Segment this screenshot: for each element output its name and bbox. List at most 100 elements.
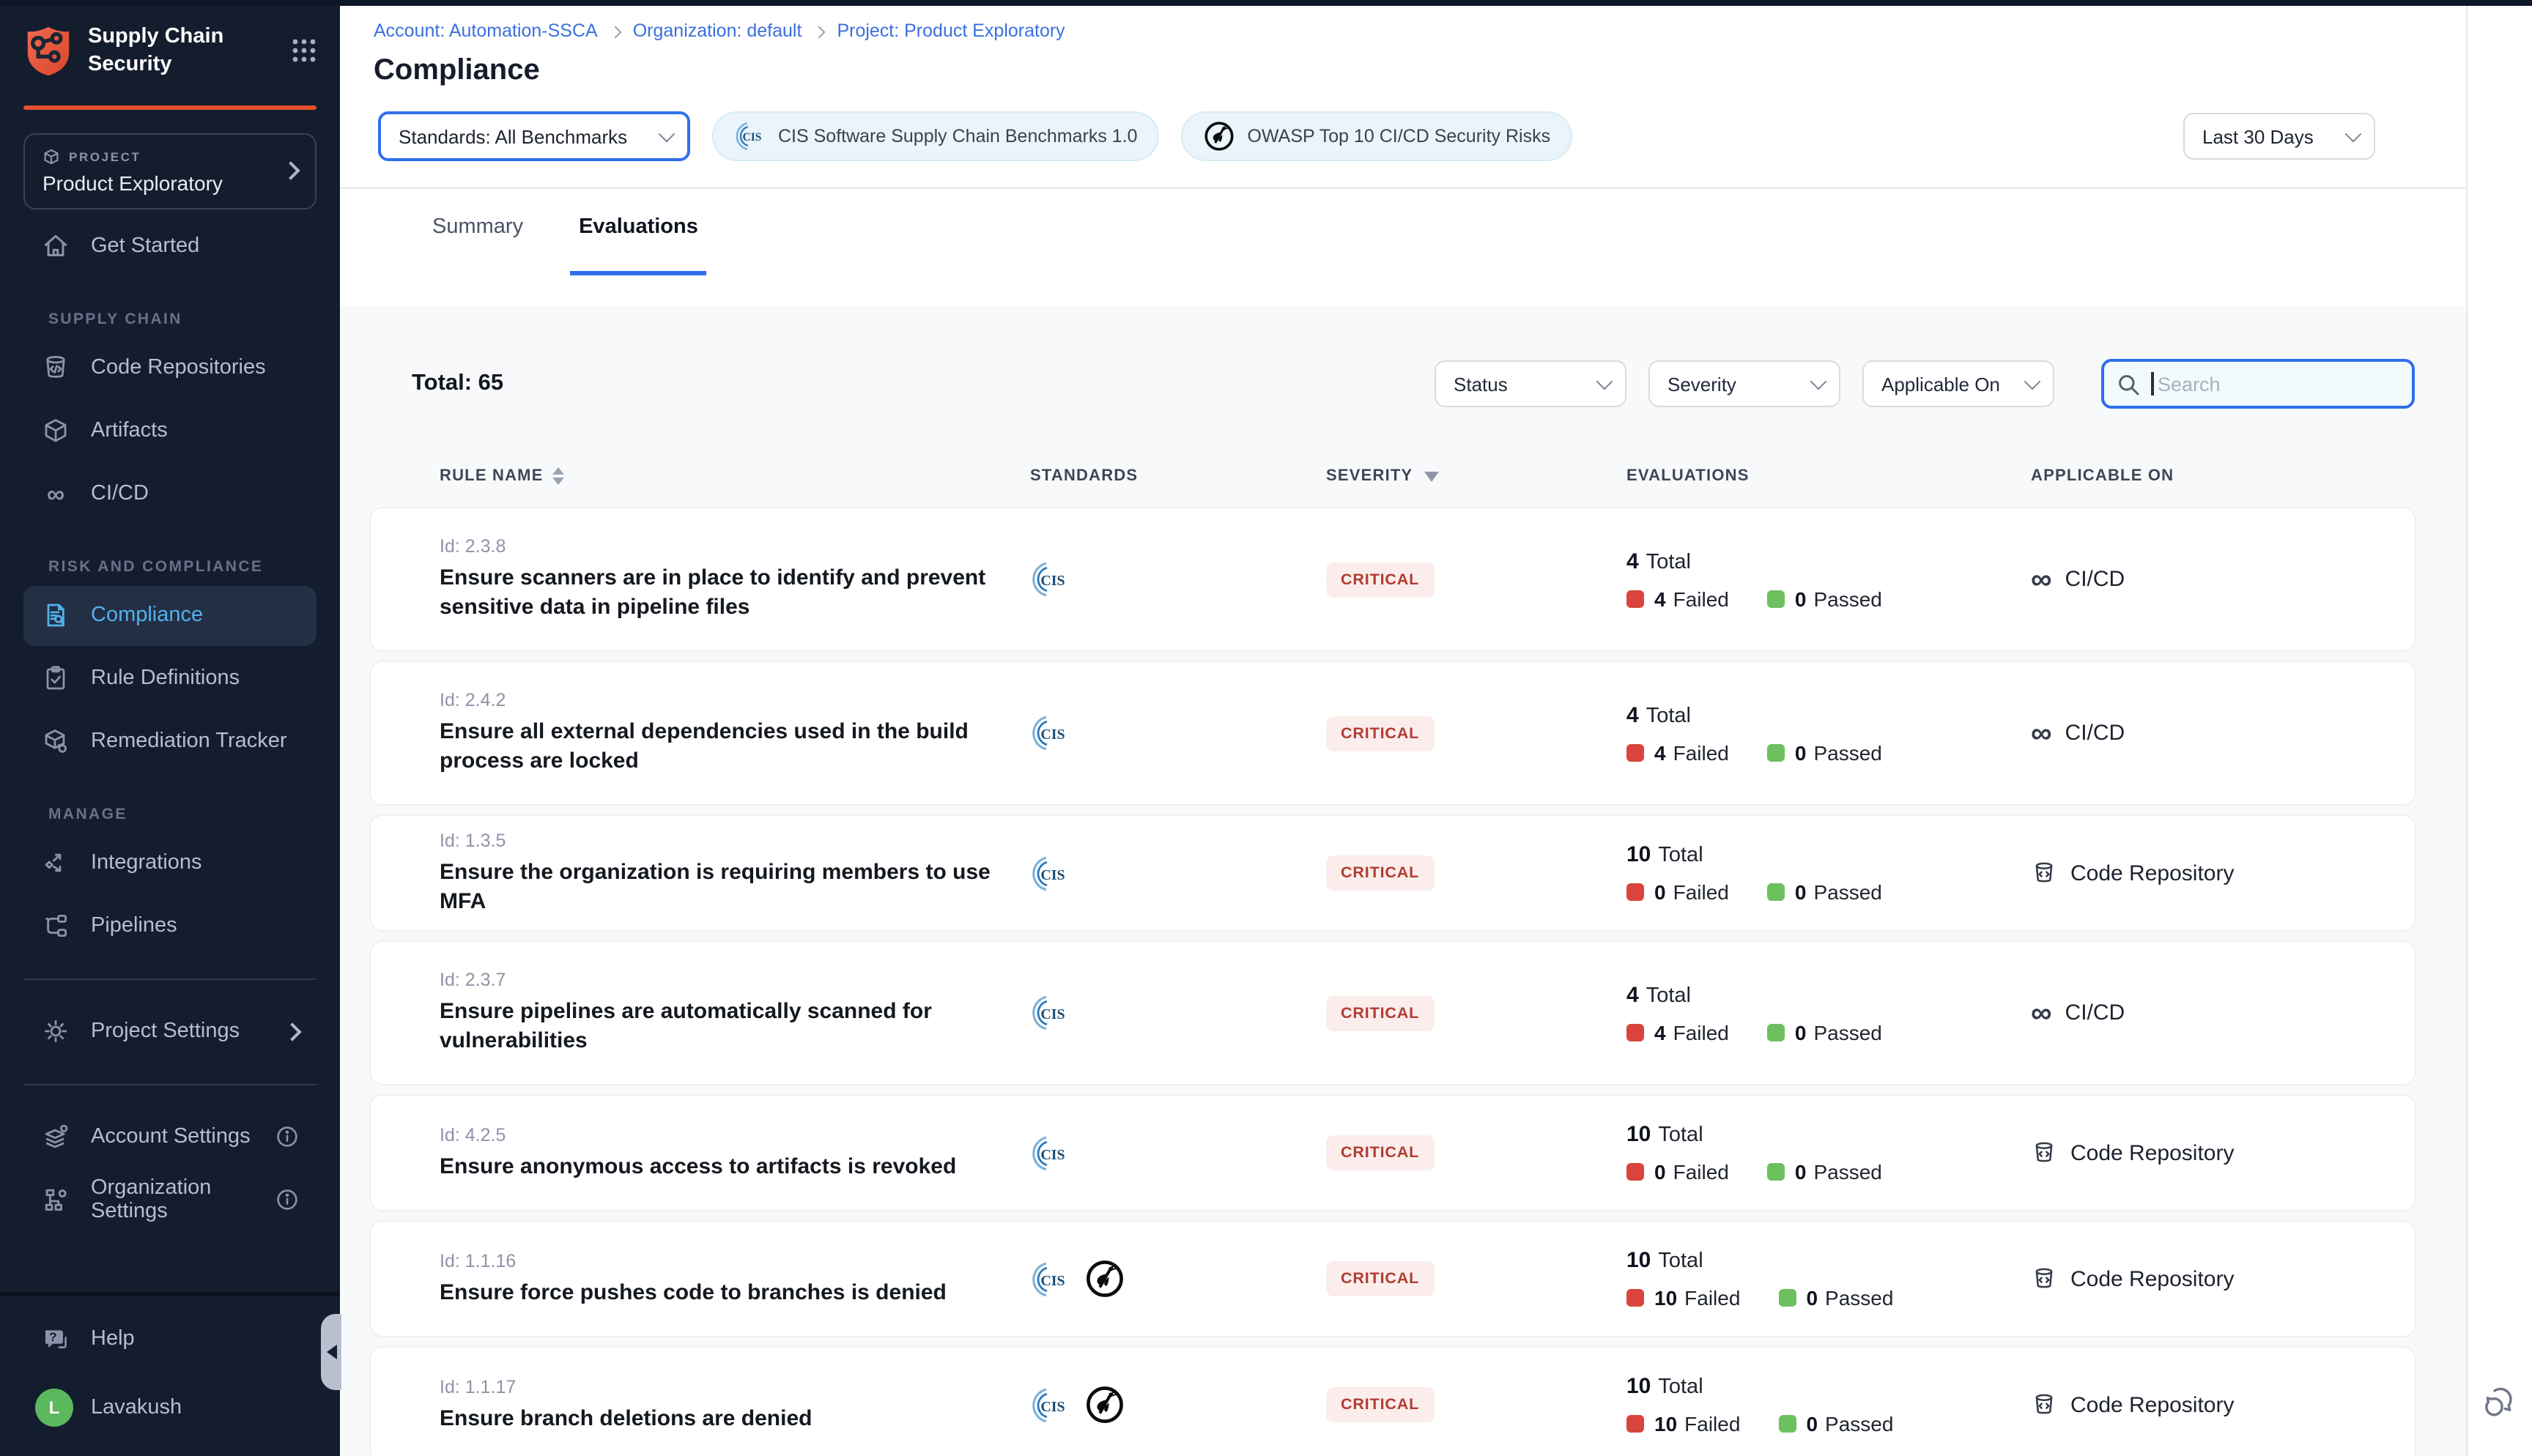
chat-support-icon[interactable] — [2481, 1383, 2519, 1421]
standards-select[interactable]: Standards: All Benchmarks — [378, 111, 690, 161]
rule-name-cell: Id: 1.1.16 Ensure force pushes code to b… — [440, 1250, 1030, 1307]
user-menu[interactable]: L Lavakush — [23, 1374, 316, 1441]
sidebar-nav: Get Started SUPPLY CHAIN Code Repositori… — [0, 215, 340, 1231]
chevron-down-icon — [1596, 374, 1613, 390]
column-header-severity[interactable]: SEVERITY — [1326, 467, 1626, 485]
breadcrumb-organization-link[interactable]: Organization: default — [633, 21, 802, 41]
tab-summary[interactable]: Summary — [423, 212, 532, 275]
table-row[interactable]: Id: 1.3.5 Ensure the organization is req… — [371, 816, 2415, 930]
chevron-down-icon — [2345, 126, 2362, 143]
evaluations-panel: Total: 65 Status Severity Applicable On — [340, 306, 2468, 1456]
rule-id: Id: 2.3.8 — [440, 536, 1030, 557]
project-selector[interactable]: PROJECT Product Exploratory — [23, 133, 316, 209]
table-row[interactable]: Id: 2.4.2 Ensure all external dependenci… — [371, 662, 2415, 804]
account-settings-layers-icon — [41, 1122, 70, 1151]
search-input[interactable] — [2155, 373, 2400, 395]
table-row[interactable]: Id: 1.1.16 Ensure force pushes code to b… — [371, 1222, 2415, 1336]
cis-logo-icon: CIS — [1030, 993, 1070, 1033]
severity-filter-select[interactable]: Severity — [1648, 360, 1840, 407]
chevron-down-icon — [2024, 374, 2041, 390]
table-row[interactable]: Id: 2.3.8 Ensure scanners are in place t… — [371, 508, 2415, 650]
applicable-on-value: CI/CD — [2065, 721, 2125, 746]
rule-name: Ensure scanners are in place to identify… — [440, 564, 1004, 623]
evaluations-cell: 4Total 4Failed 0Passed — [1626, 982, 2031, 1044]
status-filter-select[interactable]: Status — [1435, 360, 1626, 407]
applicable-on-cell: ∞ CI/CD — [2031, 998, 2415, 1028]
info-icon[interactable] — [275, 1125, 299, 1148]
info-icon[interactable] — [275, 1188, 299, 1211]
failed-indicator — [1626, 1415, 1644, 1433]
table-row[interactable]: Id: 4.2.5 Ensure anonymous access to art… — [371, 1096, 2415, 1210]
rule-id: Id: 2.4.2 — [440, 690, 1030, 710]
standards-cell: CIS — [1030, 1258, 1326, 1299]
sidebar-item-cicd[interactable]: ∞ CI/CD — [23, 464, 316, 524]
applicable-on-filter-label: Applicable On — [1881, 373, 2000, 395]
home-icon — [41, 231, 70, 261]
applicable-on-cell: Code Repository — [2031, 860, 2415, 886]
rule-name-cell: Id: 2.3.7 Ensure pipelines are automatic… — [440, 970, 1030, 1056]
rule-name: Ensure pipelines are automatically scann… — [440, 998, 1004, 1056]
chevron-down-icon — [659, 126, 675, 143]
severity-badge: CRITICAL — [1326, 995, 1434, 1030]
compliance-doc-search-icon — [41, 601, 70, 630]
breadcrumb-account-link[interactable]: Account: Automation-SSCA — [374, 21, 598, 41]
project-box-icon — [42, 147, 60, 165]
chevron-down-icon — [1810, 374, 1827, 390]
applicable-on-filter-select[interactable]: Applicable On — [1862, 360, 2054, 407]
column-header-rule-name[interactable]: RULE NAME — [440, 467, 1030, 485]
severity-badge: CRITICAL — [1326, 1261, 1434, 1296]
breadcrumb-project-link[interactable]: Project: Product Exploratory — [837, 21, 1065, 41]
date-range-select[interactable]: Last 30 Days — [2183, 113, 2375, 160]
sidebar-item-code-repositories[interactable]: Code Repositories — [23, 338, 316, 398]
rule-name-cell: Id: 4.2.5 Ensure anonymous access to art… — [440, 1124, 1030, 1181]
app-switcher-grid-icon[interactable] — [292, 39, 316, 64]
column-header-applicable-on: APPLICABLE ON — [2031, 467, 2415, 485]
divider — [23, 978, 316, 979]
project-name: Product Exploratory — [42, 171, 284, 194]
applicable-on-cell: Code Repository — [2031, 1140, 2415, 1166]
cis-logo-icon: CIS — [1030, 1385, 1070, 1425]
svg-text:CIS: CIS — [1040, 1272, 1065, 1288]
sidebar-item-label: Remediation Tracker — [91, 729, 287, 753]
sidebar-item-remediation-tracker[interactable]: Remediation Tracker — [23, 711, 316, 771]
applicable-on-value: Code Repository — [2070, 861, 2234, 885]
sidebar-item-get-started[interactable]: Get Started — [23, 216, 316, 276]
divider — [0, 1292, 340, 1296]
sort-descending-icon[interactable] — [1424, 471, 1439, 481]
cis-benchmark-chip[interactable]: CIS CIS Software Supply Chain Benchmarks… — [712, 111, 1160, 161]
table-row[interactable]: Id: 2.3.7 Ensure pipelines are automatic… — [371, 942, 2415, 1084]
owasp-chip[interactable]: OWASP Top 10 CI/CD Security Risks — [1182, 111, 1573, 161]
evaluations-cell: 10Total 10Failed 0Passed — [1626, 1248, 2031, 1310]
sort-icon[interactable] — [552, 467, 564, 485]
severity-badge: CRITICAL — [1326, 1387, 1434, 1422]
failed-indicator — [1626, 1163, 1644, 1181]
cis-logo-icon: CIS — [1030, 560, 1070, 599]
rule-id: Id: 1.1.17 — [440, 1376, 1030, 1397]
sidebar-item-integrations[interactable]: Integrations — [23, 833, 316, 893]
sidebar-item-rule-definitions[interactable]: Rule Definitions — [23, 648, 316, 708]
infinity-icon: ∞ — [41, 479, 70, 508]
sidebar-item-account-settings[interactable]: Account Settings — [23, 1107, 316, 1167]
sidebar-collapse-handle[interactable] — [321, 1314, 341, 1390]
table-row[interactable]: Id: 1.1.17 Ensure branch deletions are d… — [371, 1348, 2415, 1456]
clipboard-check-icon — [41, 664, 70, 693]
page-header: Account: Automation-SSCA Organization: d… — [340, 6, 2468, 189]
passed-indicator — [1767, 1023, 1785, 1041]
cis-logo-icon: CIS — [1030, 1259, 1070, 1299]
cis-logo-icon: CIS — [1030, 853, 1070, 893]
sidebar-item-pipelines[interactable]: Pipelines — [23, 896, 316, 956]
rule-name: Ensure force pushes code to branches is … — [440, 1278, 1004, 1307]
total-count: Total: 65 — [412, 371, 503, 397]
rule-id: Id: 4.2.5 — [440, 1124, 1030, 1145]
sidebar-item-project-settings[interactable]: Project Settings — [23, 1001, 316, 1061]
sidebar-item-organization-settings[interactable]: Organization Settings — [23, 1170, 316, 1230]
sidebar-item-help[interactable]: ? Help — [23, 1308, 316, 1368]
severity-cell: CRITICAL — [1326, 562, 1626, 597]
standards-cell: CIS — [1030, 1133, 1326, 1173]
app-logo-shield-icon — [23, 25, 73, 78]
sidebar-item-compliance[interactable]: Compliance — [23, 585, 316, 645]
passed-indicator — [1778, 1289, 1796, 1307]
sidebar-item-label: Integrations — [91, 851, 202, 874]
tab-evaluations[interactable]: Evaluations — [570, 212, 707, 275]
sidebar-item-artifacts[interactable]: Artifacts — [23, 401, 316, 461]
